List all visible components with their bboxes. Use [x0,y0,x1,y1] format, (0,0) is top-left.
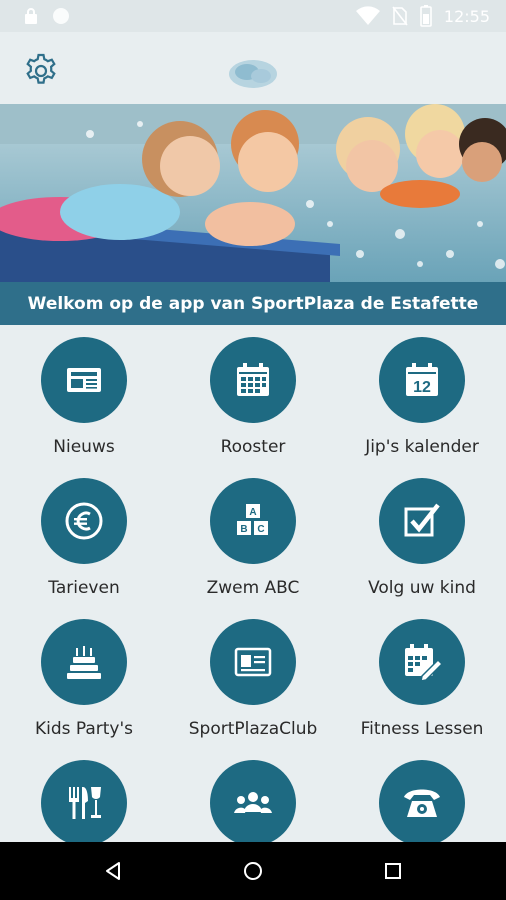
svg-text:C: C [257,524,264,535]
battery-icon [420,5,432,27]
back-icon[interactable] [103,861,123,881]
calendar-pen-icon [405,644,442,682]
menu-icon-circle[interactable] [210,760,296,842]
newspaper-icon [67,368,101,392]
menu-item-jips-kalender[interactable]: 12 Jip's kalender [338,325,506,465]
menu-item-rooster[interactable]: Rooster [169,325,337,465]
app-bar [0,32,506,104]
menu-item-kids-partys[interactable]: Kids Party's [0,607,168,747]
checkbox-icon [404,503,440,537]
svg-text:A: A [249,507,256,518]
menu-icon-circle[interactable] [379,478,465,564]
menu-item-label: Zwem ABC [206,578,300,598]
menu-item-label: Nieuws [53,437,115,457]
hero-image [0,104,506,282]
menu-item-phone[interactable] [338,748,506,842]
lock-icon [25,8,37,24]
wifi-icon [355,6,380,26]
abc-blocks-icon: A B C [237,504,268,535]
menu-item-sportplazaclub[interactable]: SportPlazaClub [169,607,337,747]
menu-icon-circle[interactable] [379,619,465,705]
menu-icon-circle[interactable] [41,337,127,423]
menu-item-restaurant[interactable] [0,748,168,842]
menu-item-label: Volg uw kind [368,578,476,598]
menu-item-group[interactable] [169,748,337,842]
menu-item-label: SportPlazaClub [188,719,318,739]
status-bar: 12:55 [0,0,506,32]
menu-item-volg-uw-kind[interactable]: Volg uw kind [338,466,506,606]
circle-icon [53,8,69,24]
recents-icon[interactable] [384,862,402,880]
euro-icon [65,502,103,540]
restaurant-icon [69,787,101,819]
phone-icon [404,789,440,817]
menu-icon-circle[interactable] [210,337,296,423]
calendar-grid-icon [237,363,269,396]
menu-icon-circle[interactable] [41,478,127,564]
group-icon [234,792,272,813]
menu-item-label: Rooster [220,437,286,457]
menu-item-label: Fitness Lessen [360,719,484,739]
menu-item-label: Jip's kalender [365,437,479,457]
welcome-banner: Welkom op de app van SportPlaza de Estaf… [0,282,506,325]
menu-item-zwem-abc[interactable]: A B C Zwem ABC [169,466,337,606]
gear-icon[interactable] [22,52,60,90]
menu-icon-circle[interactable]: 12 [379,337,465,423]
home-icon[interactable] [243,861,263,881]
member-card-icon [234,647,272,677]
menu-icon-circle[interactable] [210,619,296,705]
menu-icon-circle[interactable] [41,619,127,705]
svg-text:12: 12 [413,379,431,396]
no-sim-icon [392,6,408,26]
menu-icon-circle[interactable]: A B C [210,478,296,564]
menu-grid: Nieuws Rooster 12 Jip's kalender Tarieve… [0,325,506,842]
menu-item-tarieven[interactable]: Tarieven [0,466,168,606]
calendar-12-icon: 12 [406,363,438,396]
svg-text:B: B [240,524,247,535]
menu-item-nieuws[interactable]: Nieuws [0,325,168,465]
cake-icon [67,646,101,679]
menu-item-fitness-lessen[interactable]: Fitness Lessen [338,607,506,747]
navigation-bar [0,842,506,900]
menu-icon-circle[interactable] [379,760,465,842]
menu-icon-circle[interactable] [41,760,127,842]
menu-item-label: Tarieven [48,578,120,598]
welcome-text: Welkom op de app van SportPlaza de Estaf… [27,293,479,314]
status-time: 12:55 [443,6,490,26]
menu-item-label: Kids Party's [34,719,134,739]
sportplaza-logo [229,60,277,88]
